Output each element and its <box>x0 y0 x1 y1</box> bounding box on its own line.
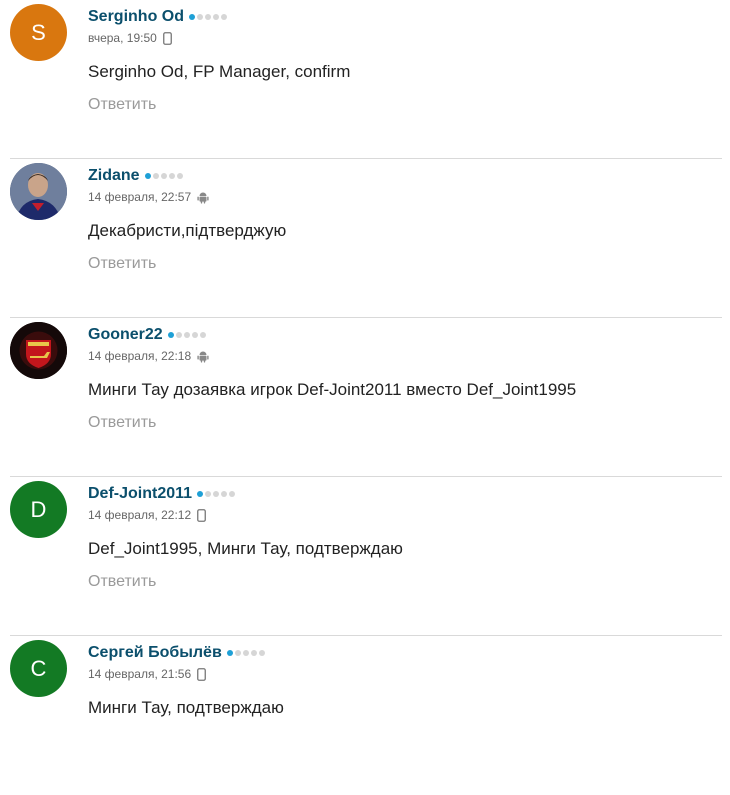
rating-dot <box>205 14 211 20</box>
author-name[interactable]: Сергей Бобылёв <box>88 644 222 662</box>
rating-dot <box>160 173 167 179</box>
author-line: Def-Joint2011 <box>88 483 236 505</box>
rating-dot <box>176 173 183 179</box>
meta-line: 14 февраля, 21:56 <box>88 665 207 683</box>
reply-link[interactable]: Ответить <box>88 573 156 591</box>
rating-dot <box>221 491 228 497</box>
rating-dot <box>213 491 220 497</box>
android-icon <box>197 350 209 363</box>
rating-dot <box>152 173 159 179</box>
avatar-letter: S <box>31 19 46 45</box>
reply-link[interactable]: Ответить <box>88 414 156 432</box>
meta-line: вчера, 19:50 <box>88 29 172 47</box>
author-line: Zidane <box>88 165 183 187</box>
comment-date: 14 февраля, 22:57 <box>88 190 192 204</box>
author-line: Сергей Бобылёв <box>88 642 265 664</box>
rating-dot <box>205 491 212 497</box>
mobile-phone-icon <box>162 31 172 45</box>
rating-dot <box>175 332 182 338</box>
comment-text: Минги Тау, подтверждаю <box>88 698 284 717</box>
rating-dot <box>199 332 206 338</box>
avatar[interactable]: D <box>10 481 67 538</box>
comment-text: Минги Тау дозаявка игрок Def-Joint2011 в… <box>88 380 577 399</box>
comment-date: 14 февраля, 21:56 <box>88 667 192 681</box>
comment-date: вчера, 19:50 <box>88 31 157 45</box>
author-line: Serginho Od <box>88 6 227 28</box>
rating-dot <box>197 491 204 497</box>
author-name[interactable]: Serginho Od <box>88 8 184 26</box>
mobile-phone-icon <box>197 508 207 522</box>
author-line: Gooner22 <box>88 324 206 346</box>
arsenal-crest-image <box>10 322 67 379</box>
rating-dot <box>197 14 203 20</box>
rating-dot <box>191 332 198 338</box>
rating-dot <box>167 332 174 338</box>
rating-dot <box>189 14 195 20</box>
rating-dots <box>144 173 183 179</box>
reply-link[interactable]: Ответить <box>88 255 156 273</box>
avatar-letter: C <box>30 655 47 681</box>
comment-item: Zidane 14 февраля, 22:57 Декабристи,підт… <box>0 159 730 318</box>
comment-item: Gooner22 14 февраля, 22:18 Минги Тау доз… <box>0 318 730 477</box>
meta-line: 14 февраля, 22:12 <box>88 506 207 524</box>
rating-dot <box>250 650 257 656</box>
rating-dot <box>168 173 175 179</box>
comment-item: C Сергей Бобылёв 14 февраля, 21:56 Минги… <box>0 636 730 795</box>
footballer-photo-image <box>10 163 67 220</box>
comment-text: Def_Joint1995, Минги Тау, подтверждаю <box>88 539 403 558</box>
rating-dots <box>189 14 227 20</box>
rating-dot <box>221 14 227 20</box>
rating-dot <box>213 14 219 20</box>
rating-dot <box>144 173 151 179</box>
author-name[interactable]: Gooner22 <box>88 326 163 344</box>
rating-dots <box>226 650 265 656</box>
rating-dot <box>234 650 241 656</box>
rating-dot <box>183 332 190 338</box>
comment-item: S Serginho Od вчера, 19:50 Serginho Od, … <box>0 0 730 159</box>
meta-line: 14 февраля, 22:18 <box>88 347 209 365</box>
rating-dot <box>258 650 265 656</box>
comment-text: Serginho Od, FP Manager, confirm <box>88 62 351 81</box>
comment-text: Декабристи,підтверджую <box>88 221 287 240</box>
rating-dot <box>242 650 249 656</box>
meta-line: 14 февраля, 22:57 <box>88 188 209 206</box>
avatar[interactable]: C <box>10 640 67 697</box>
comment-date: 14 февраля, 22:18 <box>88 349 192 363</box>
rating-dot <box>229 491 236 497</box>
author-name[interactable]: Zidane <box>88 167 140 185</box>
rating-dots <box>197 491 236 497</box>
avatar[interactable] <box>10 322 67 379</box>
android-icon <box>197 191 209 204</box>
rating-dot <box>226 650 233 656</box>
avatar[interactable] <box>10 163 67 220</box>
comment-list: S Serginho Od вчера, 19:50 Serginho Od, … <box>0 0 730 795</box>
comment-date: 14 февраля, 22:12 <box>88 508 192 522</box>
rating-dots <box>167 332 206 338</box>
mobile-phone-icon <box>197 667 207 681</box>
avatar-letter: D <box>30 496 47 522</box>
comment-item: D Def-Joint2011 14 февраля, 22:12 Def_Jo… <box>0 477 730 636</box>
reply-link[interactable]: Ответить <box>88 96 156 114</box>
avatar[interactable]: S <box>10 4 67 61</box>
author-name[interactable]: Def-Joint2011 <box>88 485 192 503</box>
